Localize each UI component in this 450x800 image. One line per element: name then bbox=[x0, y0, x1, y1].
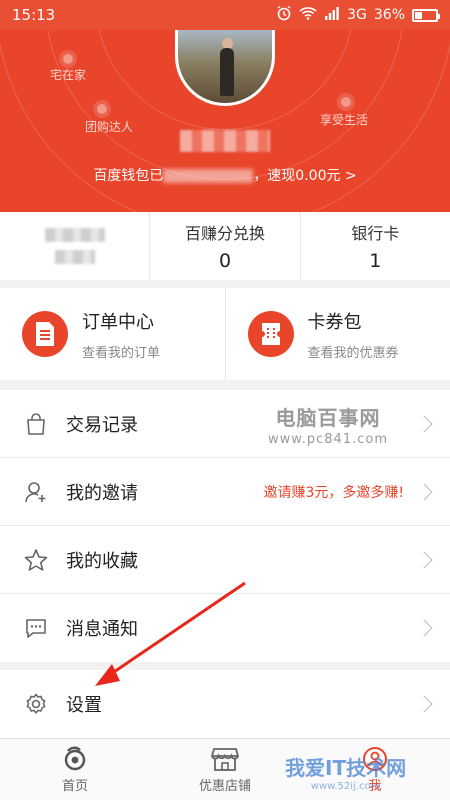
signal-icon bbox=[324, 6, 340, 24]
tab-stores[interactable]: 优惠店铺 bbox=[150, 739, 300, 800]
card-text: 订单中心 查看我的订单 bbox=[82, 308, 160, 361]
tag-label: 享受生活 bbox=[320, 113, 369, 127]
watermark-overlay: 我爱IT技术网 www.52ij.com bbox=[285, 752, 406, 792]
stat-points-exchange[interactable]: 百赚分兑换 0 bbox=[150, 212, 301, 280]
tab-label: 首页 bbox=[61, 778, 88, 794]
coupon-card[interactable]: 卡券包 查看我的优惠券 bbox=[226, 288, 450, 380]
wifi-icon bbox=[299, 6, 317, 24]
watermark-title: 电脑百事网 bbox=[275, 406, 381, 430]
wallet-balance-link[interactable]: 百度钱包已 ，速现0.00元 > bbox=[0, 165, 450, 185]
menu-label: 设置 bbox=[66, 695, 102, 716]
alarm-icon bbox=[276, 5, 292, 25]
stat-label: 百赚分兑换 bbox=[184, 224, 265, 243]
status-icons: 3G 36% bbox=[276, 5, 440, 25]
document-icon bbox=[22, 311, 68, 357]
chevron-right-icon bbox=[415, 551, 433, 568]
stat-redacted[interactable] bbox=[0, 212, 151, 280]
wallet-redacted bbox=[163, 169, 254, 183]
wallet-line-prefix: 百度钱包已 bbox=[93, 168, 164, 184]
watermark2-url: www.52ij.com bbox=[310, 781, 381, 792]
shopping-bag-icon bbox=[22, 410, 50, 438]
menu-label: 消息通知 bbox=[66, 619, 138, 640]
stat-value: 0 bbox=[218, 250, 232, 272]
invite-promo-text: 邀请赚3元，多邀多赚! bbox=[263, 484, 404, 501]
card-subtitle: 查看我的订单 bbox=[82, 345, 161, 361]
redacted-value bbox=[54, 250, 95, 264]
store-icon bbox=[211, 746, 239, 772]
battery-icon bbox=[412, 8, 440, 22]
tab-home[interactable]: 首页 bbox=[0, 739, 150, 800]
ticket-icon bbox=[247, 311, 294, 357]
tab-label: 优惠店铺 bbox=[198, 778, 251, 794]
tag-stay-home: 宅在家 bbox=[50, 54, 87, 83]
avatar-figure bbox=[220, 48, 234, 96]
profile-header: 宅在家 团购达人 享受生活 百度钱包已 ，速现0.00元 > bbox=[0, 30, 450, 212]
star-icon bbox=[22, 546, 50, 574]
card-title: 订单中心 bbox=[82, 311, 154, 333]
wallet-line-suffix: ，速现0.00元 > bbox=[253, 168, 357, 184]
battery-percent: 36% bbox=[373, 7, 405, 23]
card-title: 卡券包 bbox=[307, 311, 362, 333]
chevron-right-icon bbox=[415, 619, 433, 637]
redacted-value bbox=[44, 228, 105, 242]
order-center-card[interactable]: 订单中心 查看我的订单 bbox=[0, 288, 226, 380]
quick-cards: 订单中心 查看我的订单 卡券包 查看我的优惠券 bbox=[0, 288, 450, 380]
stat-value: 1 bbox=[369, 250, 382, 272]
card-subtitle: 查看我的优惠券 bbox=[307, 345, 399, 361]
watermark-url: www.pc841.com bbox=[268, 432, 388, 447]
menu-label: 我的收藏 bbox=[66, 550, 138, 572]
menu-group: 交易记录 电脑百事网 www.pc841.com 我的邀请 邀请赚3元，多邀多赚… bbox=[0, 390, 450, 662]
tag-enjoy-life: 享受生活 bbox=[320, 97, 369, 128]
chevron-right-icon bbox=[415, 695, 433, 713]
status-bar: 15:13 3G 36% bbox=[0, 0, 450, 30]
chevron-right-icon bbox=[415, 415, 433, 432]
nickname-redacted bbox=[180, 130, 270, 152]
menu-item-favorites[interactable]: 我的收藏 bbox=[0, 526, 450, 594]
home-icon bbox=[62, 746, 88, 772]
message-icon bbox=[22, 614, 50, 642]
tag-group-buy: 团购达人 bbox=[85, 104, 134, 135]
menu-group-settings: 设置 bbox=[0, 670, 450, 738]
chevron-right-icon bbox=[415, 483, 433, 500]
stat-bank-card[interactable]: 银行卡 1 bbox=[301, 212, 450, 280]
clock: 15:13 bbox=[12, 6, 56, 24]
stat-label: 银行卡 bbox=[351, 224, 400, 243]
watermark: 电脑百事网 www.pc841.com bbox=[268, 402, 388, 447]
menu-item-transactions[interactable]: 交易记录 电脑百事网 www.pc841.com bbox=[0, 390, 450, 458]
tag-dot bbox=[341, 97, 351, 107]
tag-dot bbox=[97, 104, 107, 114]
tag-label: 团购达人 bbox=[85, 120, 134, 134]
card-text: 卡券包 查看我的优惠券 bbox=[308, 308, 399, 361]
network-type: 3G bbox=[347, 7, 367, 23]
gear-icon bbox=[22, 690, 50, 718]
tag-label: 宅在家 bbox=[50, 68, 87, 82]
stats-row: 百赚分兑换 0 银行卡 1 bbox=[0, 212, 450, 280]
menu-label: 我的邀请 bbox=[66, 482, 138, 504]
menu-item-invitations[interactable]: 我的邀请 邀请赚3元，多邀多赚! bbox=[0, 458, 450, 526]
menu-item-settings[interactable]: 设置 bbox=[0, 670, 450, 738]
tag-dot bbox=[63, 54, 73, 64]
menu-item-notifications[interactable]: 消息通知 bbox=[0, 594, 450, 662]
add-person-icon bbox=[22, 478, 50, 506]
watermark2-title: 我爱IT技术网 bbox=[285, 756, 407, 780]
